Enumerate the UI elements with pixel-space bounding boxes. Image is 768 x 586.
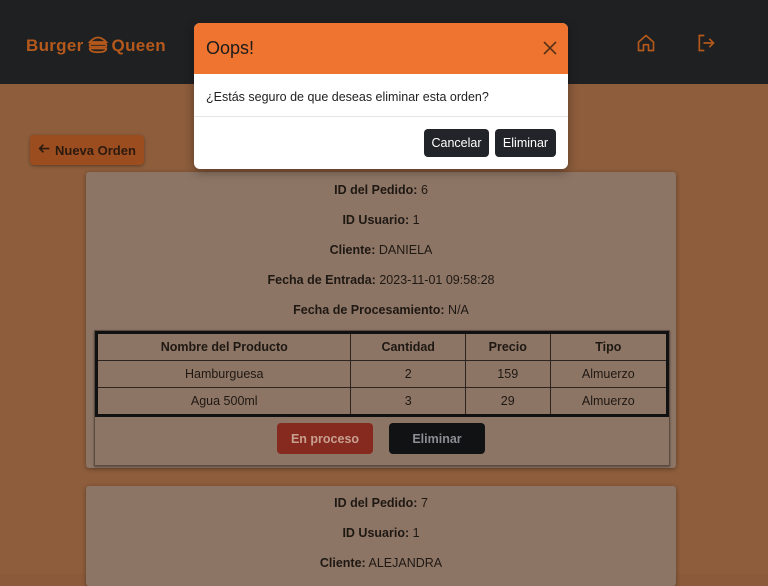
table-cell: Almuerzo	[549, 387, 669, 416]
client-line: Cliente: DANIELA	[86, 243, 676, 257]
table-cell: 29	[464, 387, 551, 416]
client-value: DANIELA	[378, 243, 433, 257]
order-id-value: 7	[420, 496, 428, 510]
table-row: Agua 500ml 3 29 Almuerzo	[95, 387, 669, 416]
arrow-left-icon	[38, 142, 51, 158]
order-id-label: ID del Pedido:	[334, 496, 418, 510]
column-header: Tipo	[549, 332, 669, 361]
logo-text-right: Queen	[111, 35, 166, 55]
confirm-delete-button[interactable]: Eliminar	[495, 129, 556, 157]
table-cell: 159	[464, 360, 551, 388]
table-cell: Agua 500ml	[95, 387, 352, 416]
user-id-line: ID Usuario: 1	[86, 526, 676, 540]
entry-date-line: Fecha de Entrada: 2023-11-01 09:58:28	[86, 273, 676, 287]
delete-order-button[interactable]: Eliminar	[389, 423, 485, 454]
new-order-label: Nueva Orden	[55, 142, 136, 158]
order-id-value: 6	[420, 183, 428, 197]
table-header-row: Nombre del Producto Cantidad Precio Tipo	[95, 332, 669, 361]
user-id-label: ID Usuario:	[342, 526, 410, 540]
column-header: Nombre del Producto	[95, 332, 352, 361]
client-label: Cliente:	[319, 556, 366, 570]
modal-divider	[194, 116, 568, 117]
confirm-delete-modal: Oops! ¿Estás seguro de que deseas elimin…	[194, 23, 568, 169]
modal-message: ¿Estás seguro de que deseas eliminar est…	[206, 90, 489, 104]
close-icon[interactable]	[542, 40, 558, 56]
order-id-line: ID del Pedido: 7	[86, 496, 676, 510]
home-icon[interactable]	[636, 33, 656, 53]
table-cell: 2	[350, 360, 466, 388]
brand-logo[interactable]: Burger Queen	[26, 32, 166, 59]
table-row: Hamburguesa 2 159 Almuerzo	[95, 360, 669, 388]
column-header: Cantidad	[350, 332, 466, 361]
table-cell: 3	[350, 387, 466, 416]
client-value: ALEJANDRA	[368, 556, 443, 570]
entry-date-label: Fecha de Entrada:	[267, 273, 376, 287]
order-id-line: ID del Pedido: 6	[86, 183, 676, 197]
logo-text-left: Burger	[26, 35, 84, 55]
burger-icon	[87, 32, 109, 59]
order-card: ID del Pedido: 6 ID Usuario: 1 Cliente: …	[86, 172, 676, 468]
table-cell: Hamburguesa	[95, 360, 352, 388]
products-table: Nombre del Producto Cantidad Precio Tipo…	[95, 331, 669, 417]
user-id-value: 1	[412, 526, 420, 540]
processing-date-value: N/A	[448, 303, 469, 317]
status-in-process-button[interactable]: En proceso	[277, 423, 373, 454]
user-id-label: ID Usuario:	[342, 213, 410, 227]
modal-title: Oops!	[206, 38, 255, 58]
modal-header: Oops!	[194, 23, 568, 74]
column-header: Precio	[464, 332, 551, 361]
client-label: Cliente:	[329, 243, 376, 257]
table-cell: Almuerzo	[549, 360, 669, 388]
user-id-value: 1	[412, 213, 420, 227]
cancel-button[interactable]: Cancelar	[424, 129, 489, 157]
processing-date-label: Fecha de Procesamiento:	[293, 303, 445, 317]
products-table-container: Nombre del Producto Cantidad Precio Tipo…	[94, 330, 670, 466]
processing-date-line: Fecha de Procesamiento: N/A	[86, 303, 676, 317]
logout-icon[interactable]	[696, 33, 716, 53]
client-line: Cliente: ALEJANDRA	[86, 556, 676, 570]
order-id-label: ID del Pedido:	[334, 183, 418, 197]
order-card: ID del Pedido: 7 ID Usuario: 1 Cliente: …	[86, 486, 676, 586]
entry-date-value: 2023-11-01 09:58:28	[379, 273, 495, 287]
user-id-line: ID Usuario: 1	[86, 213, 676, 227]
new-order-button[interactable]: Nueva Orden	[30, 135, 144, 165]
